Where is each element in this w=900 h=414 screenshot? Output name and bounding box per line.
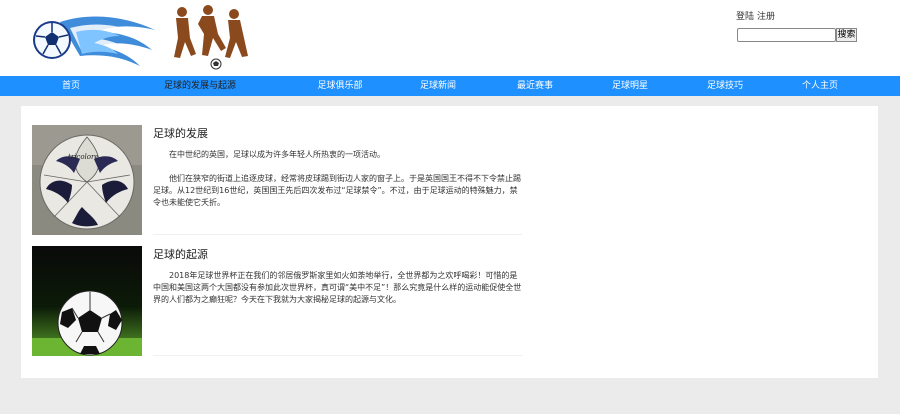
nav-item-home[interactable]: 首页 (46, 76, 96, 96)
flaming-ball-logo[interactable] (30, 10, 160, 70)
article-paragraph: 2018年足球世界杯正在我们的邻居俄罗斯家里如火如荼地举行，全世界都为之欢呼喝彩… (153, 271, 522, 304)
search-button[interactable]: 搜索 (836, 28, 857, 42)
article-body: 2018年足球世界杯正在我们的邻居俄罗斯家里如火如荼地举行，全世界都为之欢呼喝彩… (153, 270, 523, 318)
nav-item-profile[interactable]: 个人主页 (792, 76, 848, 96)
svg-text:tricolore: tricolore (68, 153, 98, 161)
article-image[interactable]: tricolore (32, 125, 142, 235)
login-link[interactable]: 登陆 (736, 12, 754, 22)
auth-links: 登陆 注册 (736, 9, 778, 22)
nav-item-matches[interactable]: 最近赛事 (507, 76, 563, 96)
nav-item-stars[interactable]: 足球明星 (602, 76, 658, 96)
article-title[interactable]: 足球的起源 (153, 246, 208, 262)
article-paragraph: 他们在狭窄的街道上追逐皮球，经常将皮球踢到街边人家的窗子上。于是英国国王不得不下… (153, 174, 521, 207)
article-body: 在中世纪的英国，足球以成为许多年轻人所热衷的一项活动。 他们在狭窄的街道上追逐皮… (153, 149, 523, 221)
site-header: 登陆 注册 搜索 (0, 0, 900, 76)
nav-item-clubs[interactable]: 足球俱乐部 (308, 76, 372, 96)
article-paragraph: 在中世纪的英国，足球以成为许多年轻人所热衷的一项活动。 (169, 150, 385, 159)
article-card: tricolore 足球的发展 在中世纪的英国，足球以成为许多年轻人所热衷的一项… (32, 125, 522, 235)
article-image[interactable] (32, 246, 142, 356)
players-silhouette-logo (174, 5, 248, 70)
article-divider (153, 355, 522, 356)
search-input[interactable] (737, 28, 836, 42)
leather-ball-photo: tricolore (32, 125, 142, 235)
main-content: tricolore 足球的发展 在中世纪的英国，足球以成为许多年轻人所热衷的一项… (21, 106, 878, 378)
nav-item-skills[interactable]: 足球技巧 (697, 76, 753, 96)
register-link[interactable]: 注册 (757, 12, 775, 22)
ball-on-grass-photo (32, 246, 142, 356)
article-divider (153, 234, 522, 235)
nav-item-news[interactable]: 足球新闻 (410, 76, 466, 96)
main-nav: 首页 足球的发展与起源 足球俱乐部 足球新闻 最近赛事 足球明星 足球技巧 个人… (0, 76, 900, 96)
article-card: 足球的起源 2018年足球世界杯正在我们的邻居俄罗斯家里如火如荼地举行，全世界都… (32, 246, 522, 356)
article-title[interactable]: 足球的发展 (153, 125, 208, 141)
nav-item-history[interactable]: 足球的发展与起源 (150, 76, 250, 96)
